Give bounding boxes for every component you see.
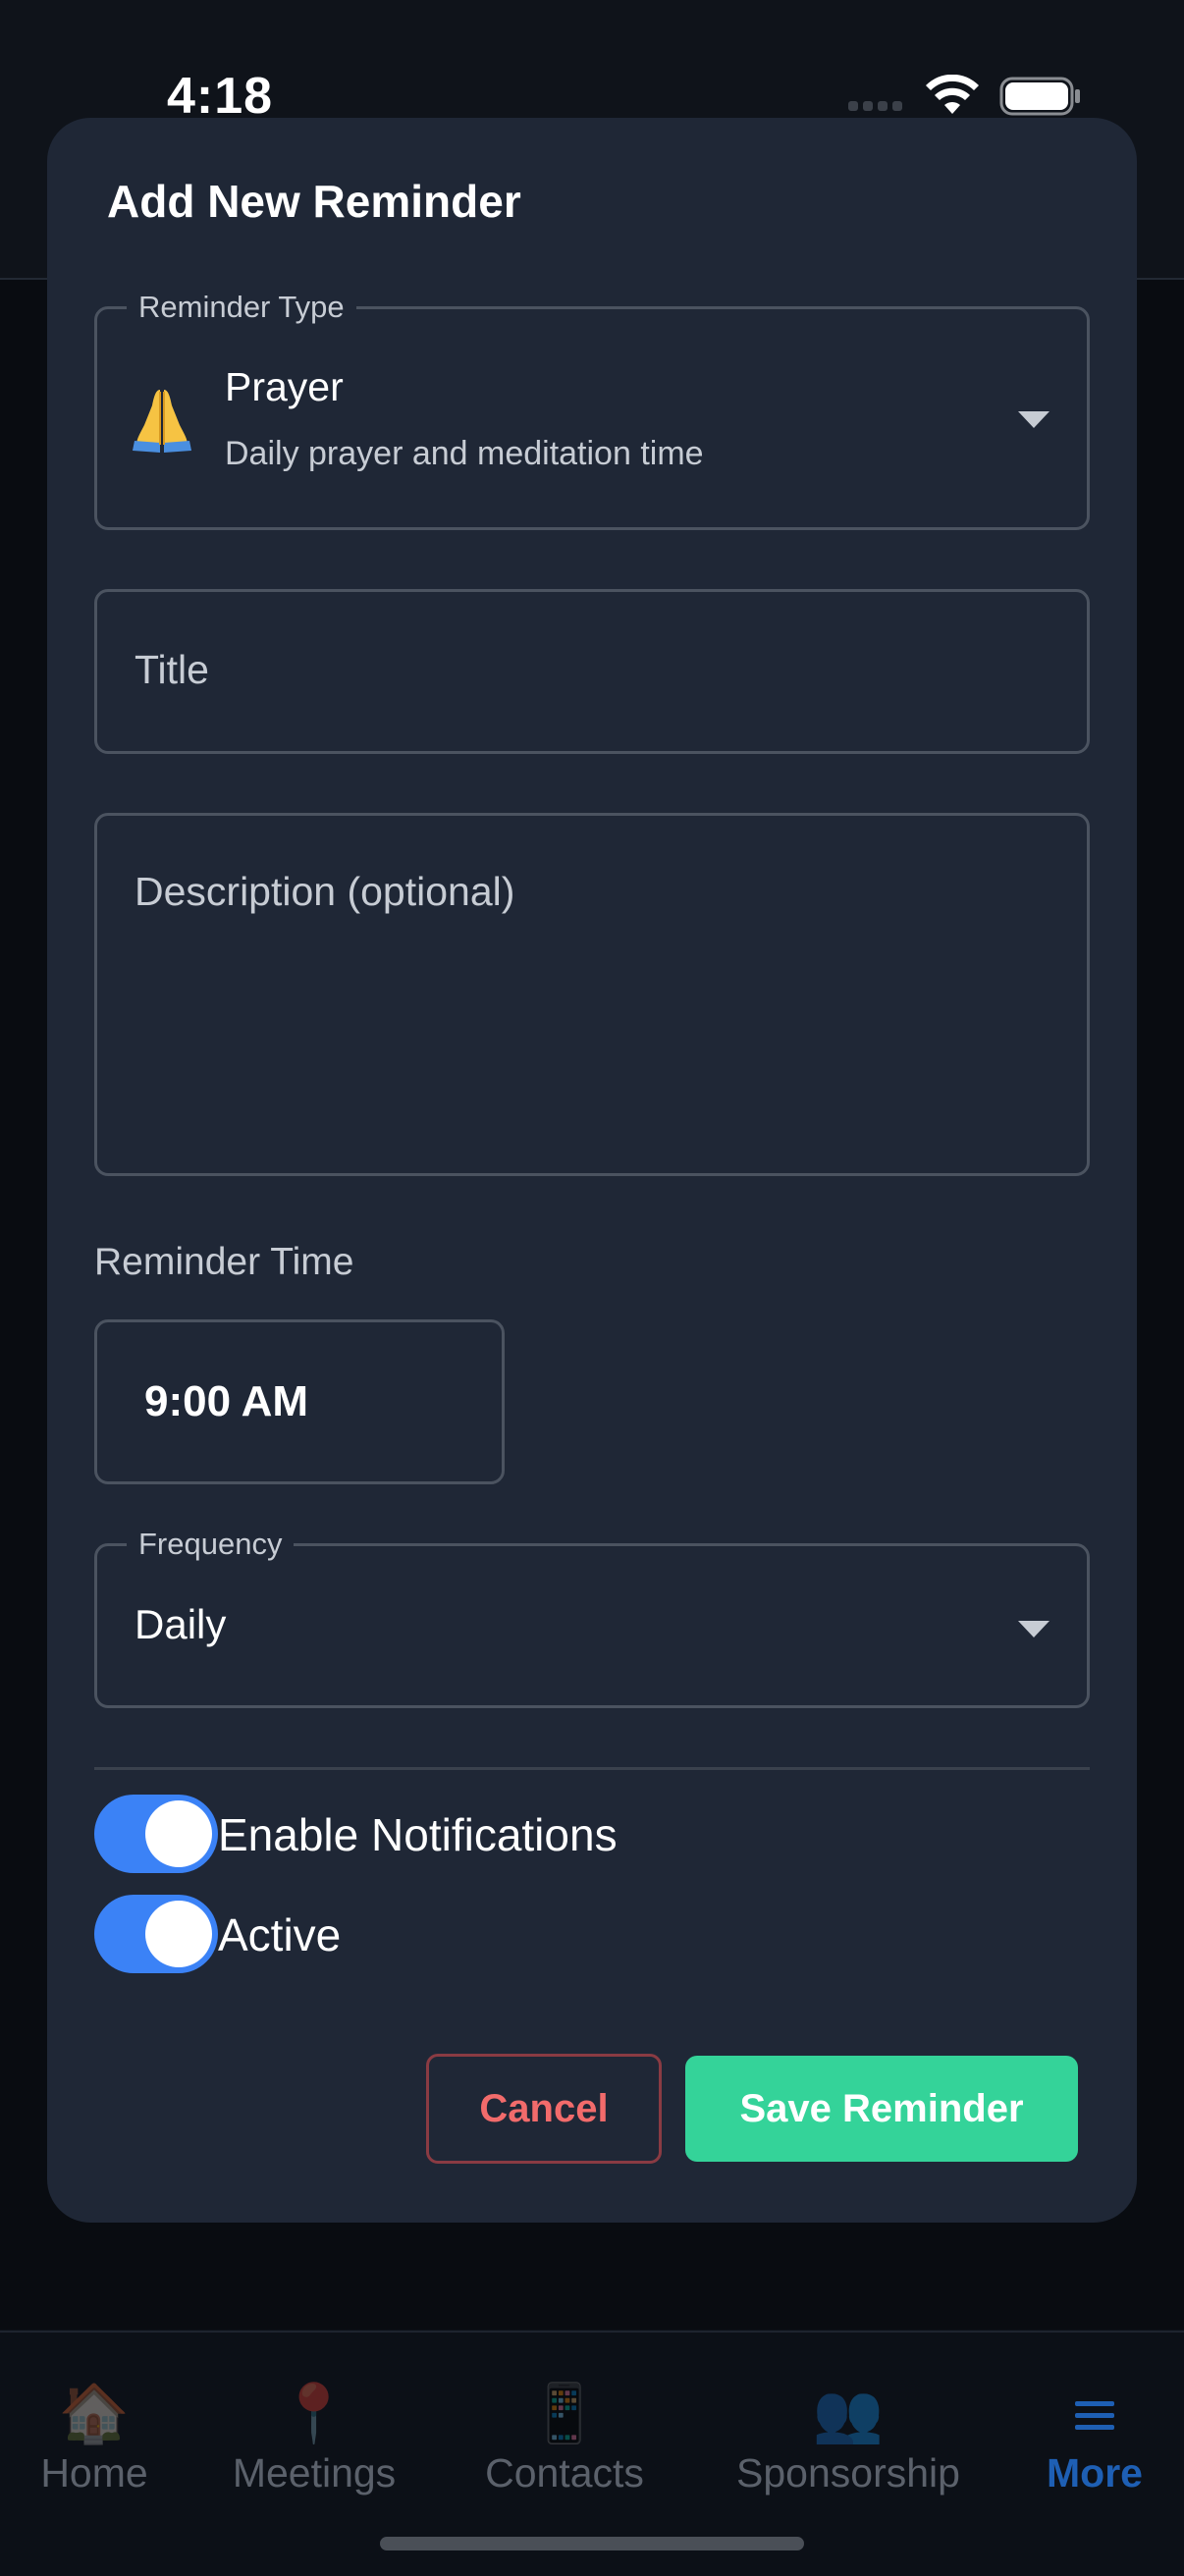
active-toggle-label: Active [218, 1909, 342, 1960]
menu-icon [1075, 2401, 1114, 2430]
title-placeholder: Title [135, 647, 209, 692]
toggle-knob [145, 1800, 212, 1867]
description-textarea[interactable]: Description (optional) [94, 813, 1090, 1176]
tab-sponsorship-label: Sponsorship [736, 2450, 960, 2496]
modal-title: Add New Reminder [107, 176, 521, 227]
tab-home-label: Home [40, 2450, 148, 2496]
reminder-type-description: Daily prayer and meditation time [225, 435, 704, 472]
tab-more[interactable]: More [1021, 2380, 1168, 2496]
tab-sponsorship[interactable]: 👥 Sponsorship [717, 2380, 980, 2496]
tab-home[interactable]: 🏠 Home [20, 2380, 169, 2496]
tab-contacts[interactable]: 📱 Contacts [461, 2380, 668, 2496]
phone-icon: 📱 [528, 2382, 601, 2445]
reminder-type-select[interactable]: Reminder Type Prayer Daily prayer and me… [94, 288, 1090, 530]
title-input[interactable]: Title [94, 589, 1090, 754]
status-bar: 4:18 [0, 0, 1184, 137]
frequency-label: Frequency [127, 1525, 295, 1564]
reminder-time-value: 9:00 AM [144, 1377, 309, 1425]
tab-meetings[interactable]: 📍 Meetings [211, 2380, 417, 2496]
divider [94, 1767, 1090, 1770]
reminder-type-name: Prayer [225, 364, 344, 409]
cancel-button[interactable]: Cancel [426, 2054, 662, 2164]
home-indicator [380, 2537, 804, 2550]
reminder-time-picker[interactable]: 9:00 AM [94, 1319, 505, 1484]
notifications-toggle-label: Enable Notifications [218, 1809, 618, 1860]
active-toggle[interactable] [94, 1895, 218, 1973]
chevron-down-icon [1018, 411, 1049, 428]
praying-hands-icon [133, 390, 191, 453]
tab-more-label: More [1047, 2450, 1143, 2496]
status-time: 4:18 [167, 68, 274, 125]
frequency-select[interactable]: Frequency Daily [94, 1525, 1090, 1708]
wifi-icon [926, 75, 979, 114]
reminder-type-label: Reminder Type [127, 288, 356, 327]
house-icon: 🏠 [58, 2382, 131, 2445]
cellular-signal-icon [848, 101, 902, 111]
toggle-knob [145, 1901, 212, 1967]
pin-icon: 📍 [278, 2382, 350, 2445]
chevron-down-icon [1018, 1621, 1049, 1637]
save-reminder-button[interactable]: Save Reminder [685, 2056, 1078, 2162]
frequency-value: Daily [135, 1601, 227, 1647]
reminder-time-label: Reminder Time [94, 1241, 354, 1283]
tab-contacts-label: Contacts [485, 2450, 644, 2496]
tab-meetings-label: Meetings [232, 2450, 397, 2496]
description-placeholder: Description (optional) [135, 869, 515, 914]
people-icon: 👥 [812, 2382, 885, 2445]
notifications-toggle[interactable] [94, 1795, 218, 1873]
battery-icon [999, 77, 1080, 116]
add-reminder-modal: Add New Reminder Reminder Type Prayer Da… [47, 118, 1137, 2223]
